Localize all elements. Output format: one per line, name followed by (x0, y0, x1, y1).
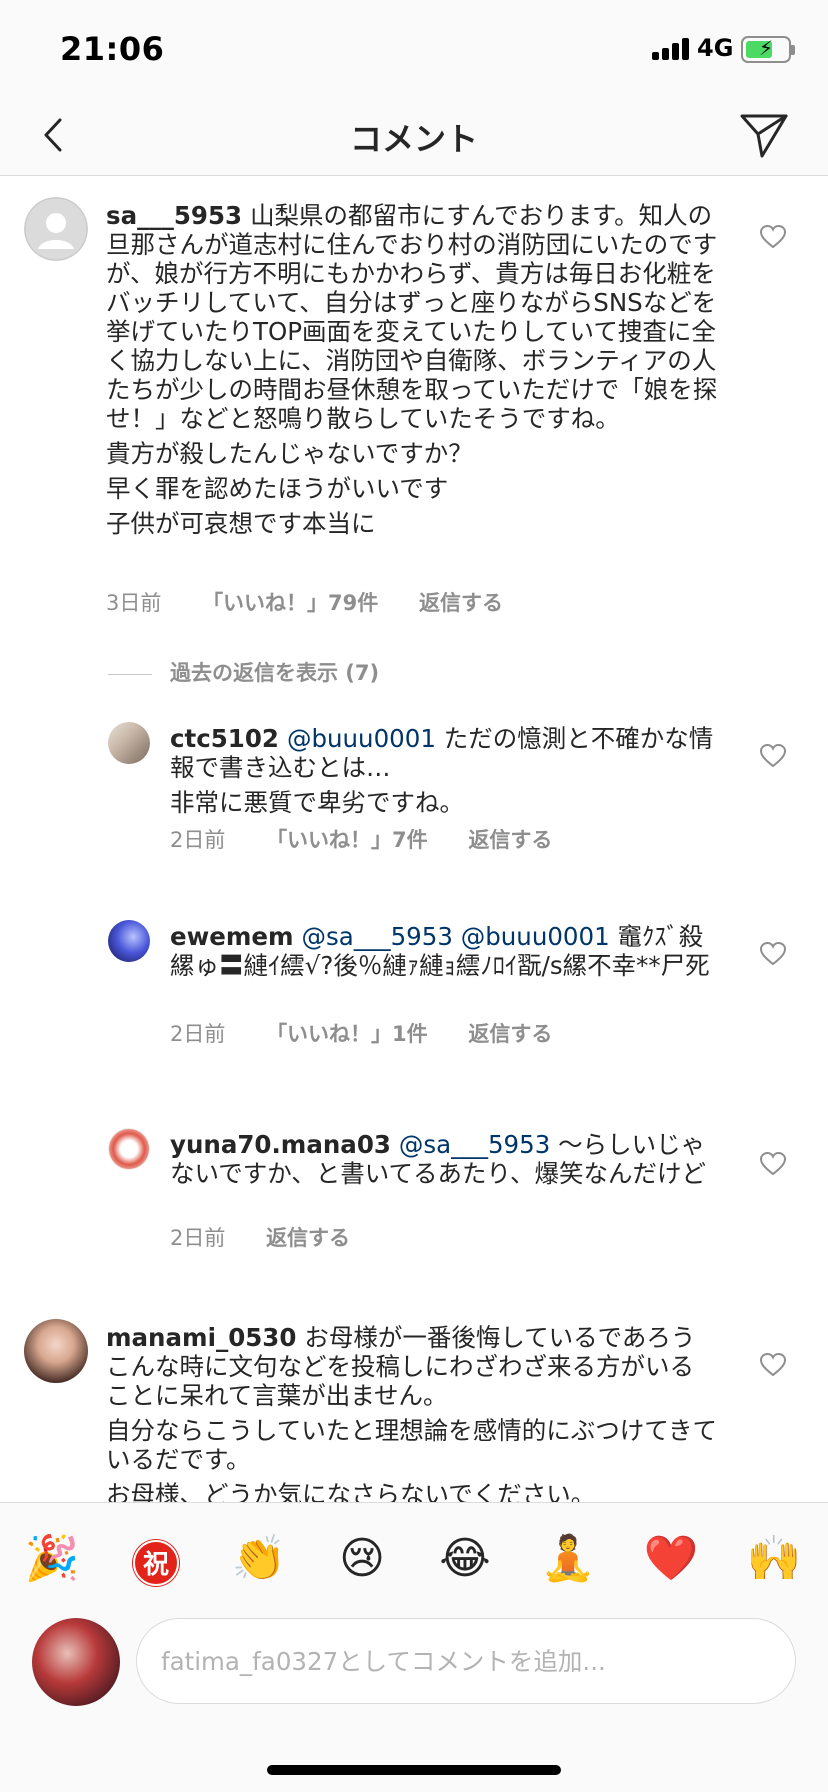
comment-username[interactable]: sa___5953 (106, 201, 242, 230)
like-count[interactable]: 「いいね！」7件 (266, 828, 428, 852)
comment-text: manami_0530 お母様が一番後悔しているであろうこんな時に文句などを投稿し… (106, 1323, 718, 1502)
reply-item: ctc5102 @buuu0001 ただの憶測と不確かな情報で書き込むとは… 非常… (0, 722, 828, 892)
battery-icon: ⚡ (741, 36, 795, 63)
tears-of-joy-emoji[interactable]: 😂 (435, 1533, 495, 1585)
comment-text: ctc5102 @buuu0001 ただの憶測と不確かな情報で書き込むとは… 非常… (170, 724, 718, 823)
heart-icon[interactable] (760, 1353, 786, 1377)
comment-body: 非常に悪質で卑劣ですね。 (170, 788, 464, 817)
party-popper-emoji[interactable]: 🎉 (22, 1533, 82, 1585)
comment-body: 貴方が殺したんじゃないですか？ (106, 439, 473, 468)
comment-username[interactable]: yuna70.mana03 (170, 1130, 391, 1159)
status-time: 21:06 (60, 30, 165, 68)
my-avatar (32, 1618, 120, 1706)
avatar[interactable] (108, 920, 150, 962)
comment-body: 山梨県の都留市にすんでおります。知人の旦那さんが道志村に住んでおり村の消防団にい… (106, 201, 718, 433)
crying-face-emoji[interactable]: 😢 (332, 1533, 392, 1585)
reply-button[interactable]: 返信する (468, 1022, 552, 1046)
view-previous-replies[interactable]: 過去の返信を表示 (7) (108, 657, 379, 687)
comment-text: ewemem @sa___5953 @buuu0001 竈ｸｽﾞ殺縲ゅ〓縺ｲ繧√?… (170, 922, 718, 986)
comment-item: manami_0530 お母様が一番後悔しているであろうこんな時に文句などを投稿し… (0, 1319, 828, 1502)
red-heart-emoji[interactable]: ❤️ (641, 1533, 701, 1585)
comment-meta: 2日前 「いいね！」7件 返信する (170, 824, 586, 854)
comment-username[interactable]: ctc5102 (170, 724, 279, 753)
comment-body: 自分ならこうしていたと理想論を感情的にぶつけてきているだです。 (106, 1416, 718, 1474)
comment-time: 2日前 (170, 1226, 226, 1250)
comment-body: 早く罪を認めたほうがいいです (106, 474, 449, 503)
comment-body: お母様、どうか気になさらないでください。 (106, 1480, 596, 1502)
emoji-quick-bar: 🎉 祝 👏 😢 😂 🧘 ❤️ 🙌 (0, 1502, 828, 1612)
heart-icon[interactable] (760, 1152, 786, 1176)
avatar[interactable] (24, 1319, 88, 1383)
comment-meta: 2日前 返信する (170, 1222, 384, 1252)
avatar[interactable] (24, 197, 88, 261)
comment-item: sa___5953 山梨県の都留市にすんでおります。知人の旦那さんが道志村に住んで… (0, 177, 828, 637)
comment-username[interactable]: manami_0530 (106, 1323, 296, 1352)
raising-hands-emoji[interactable]: 🙌 (744, 1533, 804, 1585)
page-title: コメント (349, 120, 478, 158)
comment-time: 3日前 (106, 591, 162, 615)
network-type: 4G (697, 34, 734, 62)
comment-body: 子供が可哀想です本当に (106, 509, 376, 538)
comment-input-container[interactable] (136, 1618, 796, 1704)
mention-link[interactable]: @sa___5953 @buuu0001 (302, 922, 610, 951)
lotus-position-emoji[interactable]: 🧘 (538, 1533, 598, 1585)
avatar[interactable] (108, 722, 150, 764)
reply-item: yuna70.mana03 @sa___5953 ～らしいじゃないですか、と書いて… (0, 1128, 828, 1278)
comments-list[interactable]: sa___5953 山梨県の都留市にすんでおります。知人の旦那さんが道志村に住んで… (0, 177, 828, 1502)
comment-username[interactable]: ewemem (170, 922, 294, 951)
reply-button[interactable]: 返信する (266, 1226, 350, 1250)
default-user-icon (24, 197, 88, 261)
comment-meta: 2日前 「いいね！」1件 返信する (170, 1018, 586, 1048)
status-bar: 21:06 4G ⚡ (0, 0, 828, 96)
mention-link[interactable]: @sa___5953 (399, 1130, 550, 1159)
comment-time: 2日前 (170, 828, 226, 852)
home-indicator[interactable] (267, 1765, 561, 1775)
navigation-bar: コメント (0, 96, 828, 176)
reply-button[interactable]: 返信する (468, 828, 552, 852)
heart-icon[interactable] (760, 942, 786, 966)
comment-time: 2日前 (170, 1022, 226, 1046)
comment-meta: 3日前 「いいね！」79件 返信する (106, 587, 537, 617)
mention-link[interactable]: @buuu0001 (287, 724, 436, 753)
avatar[interactable] (108, 1128, 150, 1170)
reply-item: ewemem @sa___5953 @buuu0001 竈ｸｽﾞ殺縲ゅ〓縺ｲ繧√?… (0, 920, 828, 1090)
comment-text: yuna70.mana03 @sa___5953 ～らしいじゃないですか、と書いて… (170, 1130, 718, 1194)
like-count[interactable]: 「いいね！」79件 (202, 591, 378, 615)
like-count[interactable]: 「いいね！」1件 (266, 1022, 428, 1046)
direct-send-icon[interactable] (736, 106, 792, 162)
comment-text: sa___5953 山梨県の都留市にすんでおります。知人の旦那さんが道志村に住んで… (106, 201, 718, 544)
heart-icon[interactable] (760, 744, 786, 768)
reply-button[interactable]: 返信する (419, 591, 503, 615)
clapping-hands-emoji[interactable]: 👏 (229, 1533, 289, 1585)
heart-icon[interactable] (760, 225, 786, 249)
cellular-signal-icon (652, 38, 692, 60)
celebration-emoji[interactable]: 祝 (126, 1533, 186, 1586)
comment-input[interactable] (161, 1639, 771, 1683)
